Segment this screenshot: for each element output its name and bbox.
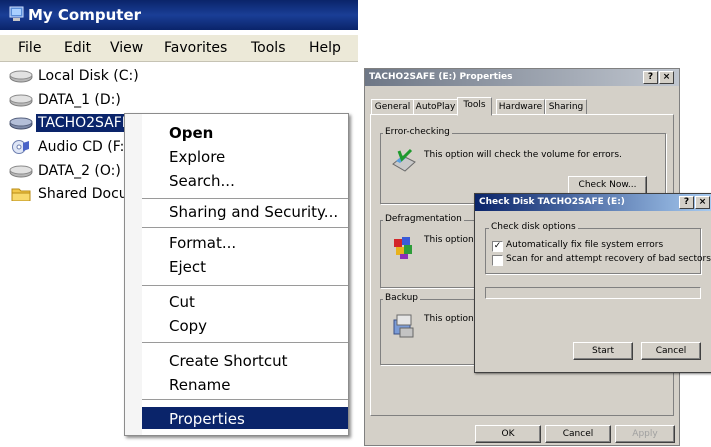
menu-item-open[interactable]: Open — [142, 121, 348, 143]
defragmentation-title: Defragmentation — [383, 214, 464, 224]
hard-drive-icon — [9, 94, 33, 107]
drive-label: TACHO2SAFE — [36, 114, 133, 132]
menu-item-cut[interactable]: Cut — [142, 290, 348, 312]
tab-sharing[interactable]: Sharing — [545, 99, 587, 115]
menu-separator — [142, 285, 348, 286]
tab-autoplay[interactable]: AutoPlay — [413, 99, 458, 115]
removable-drive-icon — [9, 117, 33, 130]
ok-button[interactable]: OK — [475, 425, 541, 443]
drive-label: DATA_1 (D:) — [38, 92, 121, 108]
drive-label: DATA_2 (O:) — [38, 163, 121, 179]
menu-bar: File Edit View Favorites Tools Help — [0, 35, 358, 62]
defragment-icon — [394, 237, 412, 259]
menu-item-rename[interactable]: Rename — [142, 373, 348, 395]
apply-button[interactable]: Apply — [615, 425, 675, 443]
menu-separator — [142, 198, 348, 199]
menu-item-copy[interactable]: Copy — [142, 314, 348, 336]
menu-item-search[interactable]: Search... — [142, 169, 348, 191]
menu-item-eject[interactable]: Eject — [142, 255, 348, 277]
tab-general[interactable]: General — [371, 99, 414, 115]
close-icon[interactable]: × — [695, 196, 710, 209]
menu-separator — [142, 399, 348, 400]
menu-tools[interactable]: Tools — [251, 40, 286, 56]
cd-icon — [12, 140, 29, 154]
fix-errors-checkbox[interactable]: ✓ — [492, 241, 503, 252]
my-computer-icon — [9, 6, 24, 21]
drive-local-disk-c[interactable]: Local Disk (C:) — [9, 66, 141, 86]
menu-view[interactable]: View — [110, 40, 143, 56]
check-disk-options-group — [485, 228, 701, 274]
drive-label: Audio CD (F:) — [38, 139, 130, 155]
check-disk-title-bar[interactable]: Check Disk TACHO2SAFE (E:) ? × — [475, 194, 711, 211]
scan-bad-sectors-checkbox[interactable] — [492, 255, 503, 266]
drive-tacho2safe-e[interactable]: TACHO2SAFE — [9, 113, 133, 133]
error-checking-title: Error-checking — [383, 127, 452, 137]
cancel-check-button[interactable]: Cancel — [641, 342, 701, 360]
folder-icon — [11, 188, 31, 201]
progress-bar — [485, 287, 701, 299]
drive-label: Local Disk (C:) — [38, 68, 139, 84]
menu-separator — [142, 227, 348, 228]
backup-title: Backup — [383, 293, 420, 303]
menu-separator — [142, 342, 348, 343]
properties-title-bar[interactable]: TACHO2SAFE (E:) Properties ? × — [365, 69, 679, 86]
drive-audio-cd-f[interactable]: Audio CD (F:) — [9, 137, 132, 157]
window-title: My Computer — [28, 6, 142, 24]
drive-data2-o[interactable]: DATA_2 (O:) — [9, 161, 123, 181]
hard-drive-icon — [9, 70, 33, 83]
menu-item-properties[interactable]: Properties — [142, 407, 348, 429]
help-icon[interactable]: ? — [643, 71, 658, 84]
menu-help[interactable]: Help — [309, 40, 341, 56]
tab-tools[interactable]: Tools — [457, 97, 492, 116]
menu-item-create-shortcut[interactable]: Create Shortcut — [142, 349, 348, 371]
menu-item-sharing-security[interactable]: Sharing and Security... — [142, 200, 348, 222]
error-checking-text: This option will check the volume for er… — [424, 150, 622, 160]
close-icon[interactable]: × — [659, 71, 674, 84]
properties-title: TACHO2SAFE (E:) Properties — [369, 72, 513, 82]
backup-icon — [393, 314, 414, 338]
context-menu-strip — [125, 114, 142, 435]
menu-favorites[interactable]: Favorites — [164, 40, 227, 56]
cancel-button[interactable]: Cancel — [545, 425, 611, 443]
check-disk-title: Check Disk TACHO2SAFE (E:) — [479, 197, 625, 207]
scan-bad-sectors-label: Scan for and attempt recovery of bad sec… — [506, 254, 711, 264]
context-menu: Open Explore Search... Sharing and Secur… — [124, 113, 349, 436]
hard-drive-icon — [9, 165, 33, 178]
start-button[interactable]: Start — [573, 342, 633, 360]
menu-item-explore[interactable]: Explore — [142, 145, 348, 167]
fix-errors-label: Automatically fix file system errors — [506, 240, 664, 250]
menu-file[interactable]: File — [18, 40, 41, 56]
menu-edit[interactable]: Edit — [64, 40, 91, 56]
tab-hardware[interactable]: Hardware — [496, 99, 545, 115]
help-icon[interactable]: ? — [679, 196, 694, 209]
drive-data1-d[interactable]: DATA_1 (D:) — [9, 90, 123, 110]
check-disk-options-title: Check disk options — [489, 222, 578, 232]
my-computer-title-bar[interactable]: My Computer — [0, 0, 358, 30]
check-disk-icon — [392, 148, 416, 172]
check-disk-dialog: Check Disk TACHO2SAFE (E:) ? × Check dis… — [474, 193, 711, 373]
menu-item-format[interactable]: Format... — [142, 231, 348, 253]
